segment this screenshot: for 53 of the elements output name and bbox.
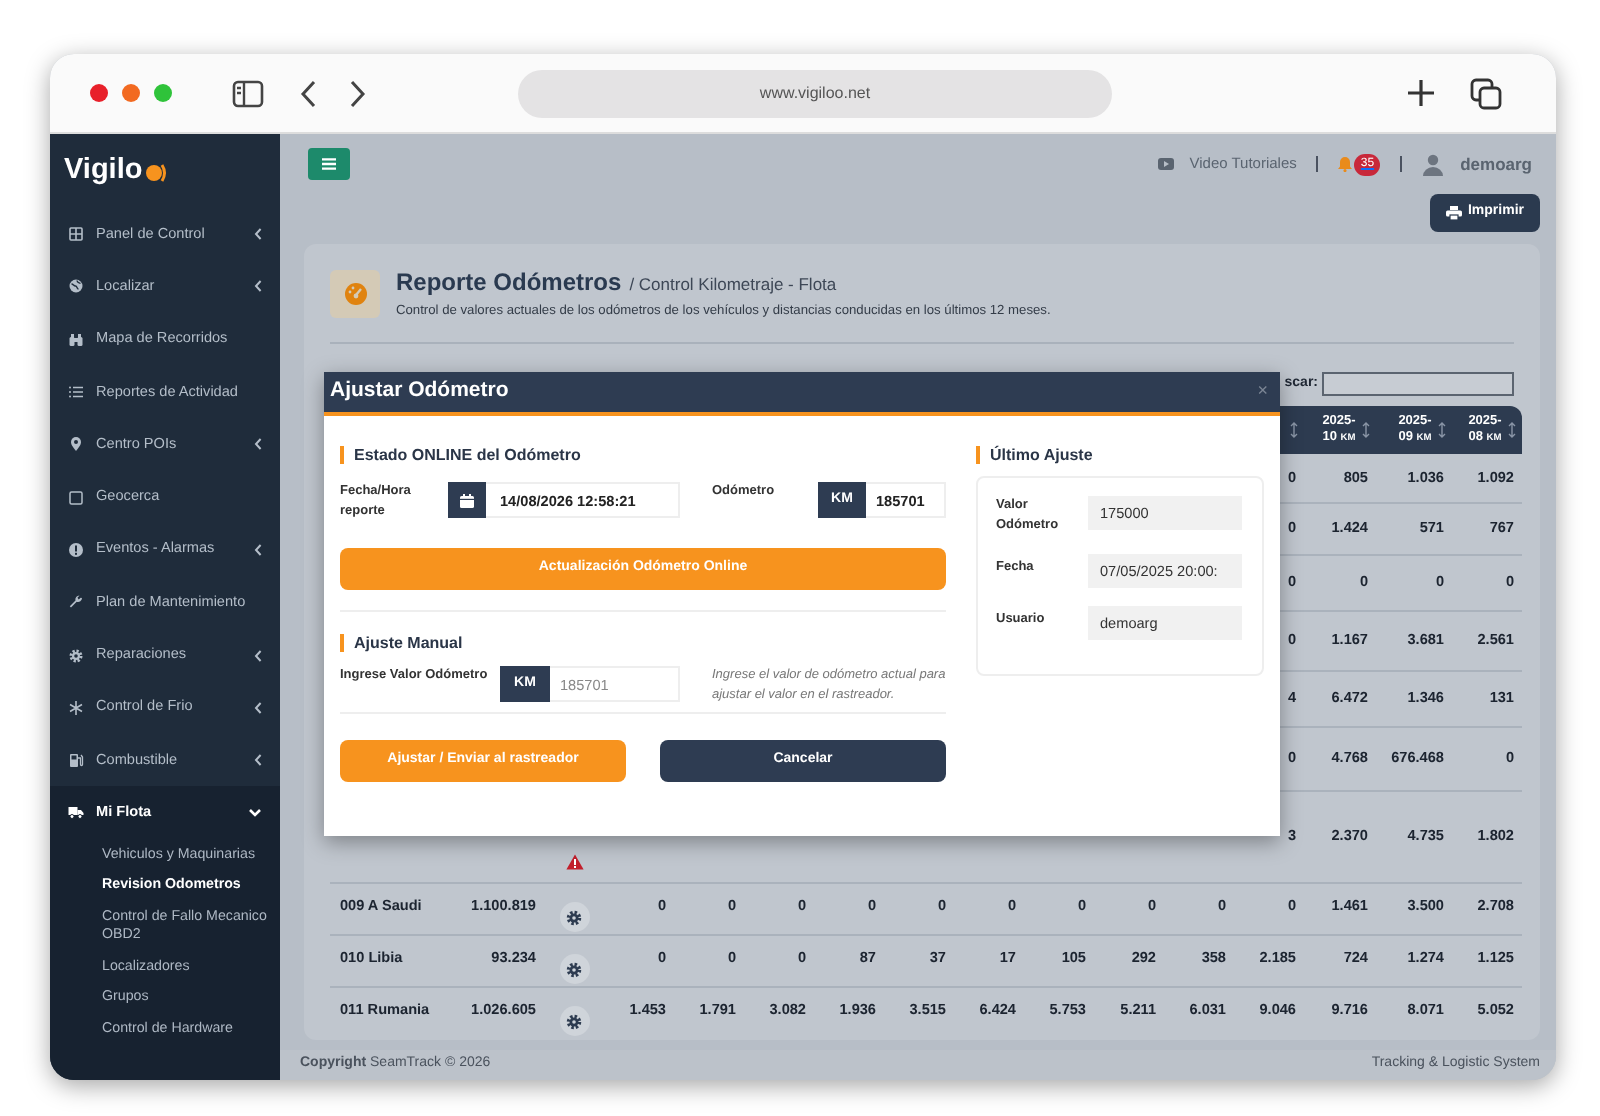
logo-text: Vigilo (64, 151, 143, 190)
calendar-icon (460, 493, 474, 507)
report-title: Reporte Odómetros (396, 266, 622, 301)
plus-icon[interactable] (1406, 78, 1436, 108)
bell-icon (1338, 156, 1353, 172)
menu-icon (322, 158, 336, 170)
settings-button[interactable] (559, 954, 589, 984)
menu-button[interactable] (308, 148, 350, 180)
forward-icon[interactable] (348, 79, 366, 107)
section-heading: Ajuste Manual (340, 634, 946, 652)
wrench-icon (68, 594, 84, 611)
address-bar[interactable]: www.vigiloo.net (518, 69, 1112, 117)
chevron-left-icon (254, 438, 262, 451)
gear-icon (566, 1013, 582, 1029)
chevron-left-icon (254, 228, 262, 241)
grid-icon (68, 226, 84, 243)
chevron-down-icon (248, 807, 262, 818)
speedometer-icon (343, 281, 367, 305)
section-heading: Último Ajuste (976, 446, 1264, 464)
tabs-icon[interactable] (1470, 77, 1502, 109)
settings-button[interactable] (559, 1006, 589, 1036)
sort-icon[interactable] (1362, 422, 1370, 438)
globe-icon (68, 278, 84, 295)
sort-icon[interactable] (1508, 422, 1516, 438)
dialog-title: Ajustar Odómetro (330, 376, 509, 407)
chevron-left-icon (254, 754, 262, 767)
truck-icon (68, 804, 84, 821)
sidebar-icon[interactable] (232, 79, 264, 107)
chevron-left-icon (254, 649, 262, 662)
settings-button[interactable] (559, 902, 589, 932)
gear-icon (68, 647, 84, 664)
alert-icon (68, 541, 84, 558)
search-field[interactable] (1322, 372, 1514, 396)
section-heading: Estado ONLINE del Odómetro (340, 446, 946, 464)
back-icon[interactable] (300, 79, 318, 107)
chevron-left-icon (254, 280, 262, 293)
snowflake-icon (68, 699, 84, 716)
pin-icon (68, 436, 84, 453)
binoculars-icon (68, 331, 84, 348)
fuel-icon (68, 752, 84, 769)
chevron-left-icon (254, 701, 262, 714)
list-icon (68, 384, 84, 401)
gear-icon (566, 909, 582, 925)
gear-icon (566, 961, 582, 977)
printer-icon (1445, 206, 1462, 220)
report-subtitle: / Control Kilometraje - Flota (629, 272, 837, 298)
sort-icon[interactable] (1290, 422, 1298, 438)
user-icon (1422, 153, 1445, 175)
chevron-left-icon (254, 543, 262, 556)
video-icon (1157, 158, 1174, 170)
square-icon (68, 489, 84, 506)
sort-icon[interactable] (1438, 422, 1446, 438)
logo-icon (144, 159, 169, 183)
